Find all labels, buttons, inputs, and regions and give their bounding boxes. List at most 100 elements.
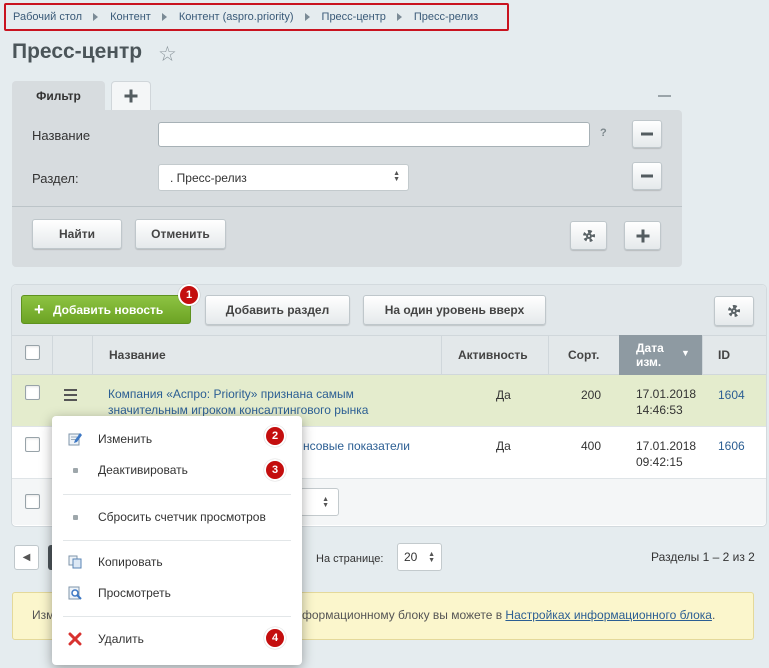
- name-label: Название: [32, 128, 91, 143]
- bullet-icon: [73, 515, 78, 520]
- row-title-link[interactable]: нсовые показатели: [303, 438, 410, 454]
- add-news-label: Добавить новость: [52, 302, 164, 317]
- select-all-checkbox[interactable]: [25, 345, 40, 360]
- list-settings-button[interactable]: [714, 296, 754, 326]
- column-divider: [52, 335, 53, 375]
- column-header-id[interactable]: ID: [718, 335, 730, 375]
- notice-text: формационному блоку вы можете в Настройк…: [302, 608, 715, 622]
- filter-divider: [12, 206, 682, 207]
- breadcrumb-item-desktop[interactable]: Рабочий стол: [13, 11, 82, 23]
- row-date-line1: 17.01.2018: [636, 439, 697, 453]
- column-divider: [702, 335, 703, 375]
- filter-settings-button[interactable]: [570, 221, 607, 250]
- delete-icon: [68, 632, 82, 646]
- row-menu-icon[interactable]: [64, 389, 77, 404]
- row-active: Да: [496, 388, 511, 402]
- row-date-line2: 09:42:15: [636, 455, 683, 469]
- chevron-right-icon: [161, 13, 167, 21]
- copy-icon: [68, 555, 82, 569]
- minus-icon: [641, 174, 653, 178]
- bulk-action-select[interactable]: ▲ ▼: [300, 488, 339, 516]
- step-badge-2: 2: [264, 425, 286, 447]
- cancel-button[interactable]: Отменить: [135, 219, 226, 249]
- menu-item-copy[interactable]: Копировать: [52, 549, 302, 575]
- add-filter-field-button[interactable]: [624, 221, 661, 250]
- section-select-value: . Пресс-релиз: [170, 170, 247, 185]
- menu-item-deactivate-label: Деактивировать: [98, 463, 188, 477]
- breadcrumb-item-content-aspro[interactable]: Контент (aspro.priority): [179, 11, 294, 23]
- add-filter-tab-button[interactable]: [111, 81, 151, 110]
- add-section-button[interactable]: Добавить раздел: [205, 295, 350, 325]
- row-sort: 200: [581, 388, 602, 402]
- column-divider: [548, 335, 549, 375]
- row-date: 17.01.2018 09:42:15: [636, 438, 696, 470]
- menu-item-delete-label: Удалить: [98, 632, 144, 646]
- iblock-settings-link[interactable]: Настройках информационного блока: [505, 608, 712, 622]
- tab-filter[interactable]: Фильтр: [12, 81, 105, 111]
- notice-suffix: .: [711, 608, 716, 622]
- view-icon: [68, 586, 82, 600]
- breadcrumb-item-content[interactable]: Контент: [110, 11, 151, 23]
- remove-section-field-button[interactable]: [632, 162, 662, 190]
- column-header-date[interactable]: Дата изм.: [636, 335, 664, 375]
- step-badge-3: 3: [264, 459, 286, 481]
- find-button[interactable]: Найти: [32, 219, 122, 249]
- row-id-link[interactable]: 1606: [718, 438, 745, 454]
- chevron-right-icon: [396, 13, 402, 21]
- menu-item-copy-label: Копировать: [98, 555, 163, 569]
- star-icon[interactable]: ☆: [158, 42, 177, 67]
- chevron-right-icon: [304, 13, 310, 21]
- menu-divider: [63, 540, 291, 541]
- bullet-icon: [73, 468, 78, 473]
- name-input[interactable]: [158, 122, 590, 147]
- sort-desc-icon: ▼: [681, 348, 690, 358]
- breadcrumb: Рабочий стол Контент Контент (aspro.prio…: [4, 3, 509, 31]
- row-checkbox[interactable]: [25, 385, 40, 400]
- per-page-select[interactable]: 20 ▲ ▼: [397, 543, 442, 571]
- row-title-line1: Компания «Аспро: Priority» признана самы…: [108, 387, 354, 401]
- column-header-sort[interactable]: Сорт.: [568, 335, 599, 375]
- menu-item-reset-counter[interactable]: Сбросить счетчик просмотров: [52, 504, 302, 530]
- prev-page-button[interactable]: ◀: [14, 545, 39, 570]
- page-title: Пресс-центр: [12, 40, 143, 63]
- row-title-link[interactable]: Компания «Аспро: Priority» признана самы…: [108, 386, 368, 418]
- column-header-active[interactable]: Активность: [458, 335, 528, 375]
- menu-item-edit-label: Изменить: [98, 432, 153, 446]
- per-page-label: На странице:: [316, 553, 384, 565]
- row-date-line2: 14:46:53: [636, 403, 683, 417]
- menu-divider: [63, 616, 291, 617]
- gear-icon: [728, 305, 740, 317]
- collapse-filter-icon[interactable]: [658, 95, 671, 97]
- pagination-summary: Разделы 1 – 2 из 2: [651, 550, 755, 564]
- section-select[interactable]: . Пресс-релиз ▲ ▼: [158, 164, 409, 191]
- level-up-button[interactable]: На один уровень вверх: [363, 295, 546, 325]
- breadcrumb-item-press-release[interactable]: Пресс-релиз: [414, 11, 478, 23]
- help-icon[interactable]: ?: [600, 127, 607, 139]
- menu-item-view[interactable]: Просмотреть: [52, 580, 302, 606]
- column-header-name[interactable]: Название: [109, 335, 166, 375]
- step-badge-1: 1: [178, 284, 200, 306]
- row-id-link[interactable]: 1604: [718, 387, 745, 403]
- step-badge-4: 4: [264, 627, 286, 649]
- chevron-right-icon: [93, 13, 99, 21]
- row-checkbox[interactable]: [25, 437, 40, 452]
- per-page-value: 20: [404, 550, 418, 564]
- updown-arrows-icon: ▲ ▼: [393, 170, 400, 183]
- row-active: Да: [496, 439, 511, 453]
- column-header-date-line2: изм.: [636, 355, 662, 369]
- row-sort: 400: [581, 439, 602, 453]
- add-news-button[interactable]: + Добавить новость: [21, 295, 191, 324]
- menu-item-reset-counter-label: Сбросить счетчик просмотров: [98, 510, 266, 524]
- column-divider: [441, 335, 442, 375]
- breadcrumb-item-press-center[interactable]: Пресс-центр: [322, 11, 386, 23]
- notice-middle: формационному блоку вы можете в: [302, 608, 503, 622]
- remove-name-field-button[interactable]: [632, 120, 662, 148]
- plus-icon: +: [34, 299, 44, 319]
- footer-select-all-checkbox[interactable]: [25, 494, 40, 509]
- edit-icon: [68, 433, 82, 446]
- column-divider: [92, 335, 93, 375]
- minus-icon: [641, 132, 653, 136]
- row-date-line1: 17.01.2018: [636, 387, 697, 401]
- row-date: 17.01.2018 14:46:53: [636, 386, 696, 418]
- gear-icon: [582, 229, 595, 242]
